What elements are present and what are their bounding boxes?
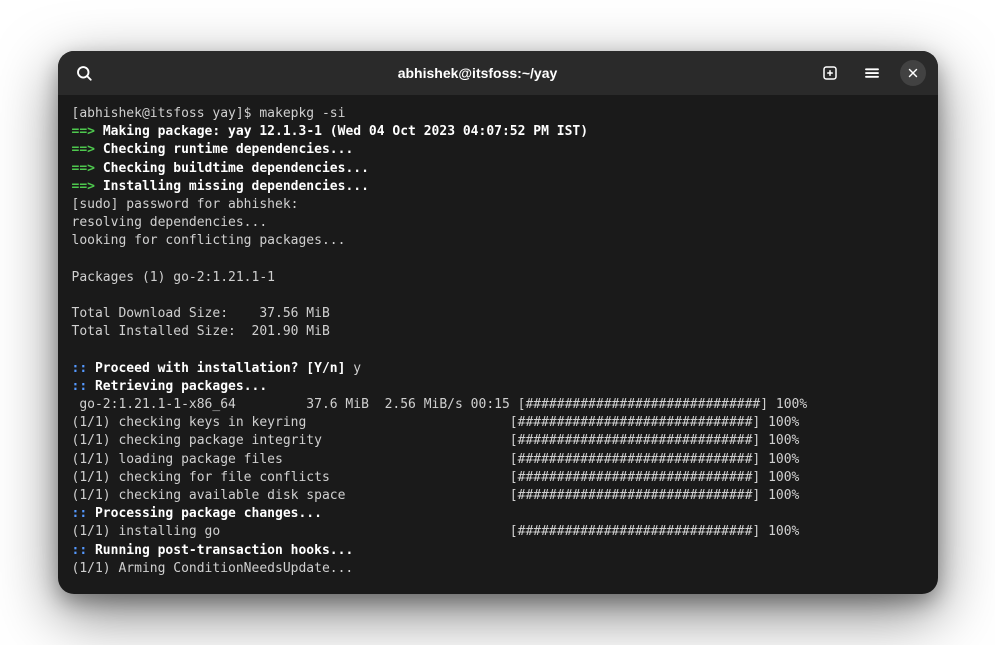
- download-progress: go-2:1.21.1-1-x86_64 37.6 MiB 2.56 MiB/s…: [72, 396, 924, 414]
- installed-size: Total Installed Size: 201.90 MiB: [72, 323, 924, 341]
- installing-missing: Installing missing dependencies...: [103, 179, 369, 194]
- checking-runtime: Checking runtime dependencies...: [103, 142, 353, 157]
- prompt: [abhishek@itsfoss yay]$: [72, 106, 260, 121]
- terminal-window: abhishek@itsfoss:~/yay: [58, 51, 938, 594]
- menu-icon[interactable]: [858, 59, 886, 87]
- new-tab-icon[interactable]: [816, 59, 844, 87]
- arrow: ==>: [72, 124, 103, 139]
- search-icon[interactable]: [70, 59, 98, 87]
- title-left: [70, 59, 150, 87]
- title-right: [806, 59, 926, 87]
- arming-update: (1/1) Arming ConditionNeedsUpdate...: [72, 560, 924, 578]
- conflicting-check: looking for conflicting packages...: [72, 232, 924, 250]
- window-title: abhishek@itsfoss:~/yay: [158, 65, 798, 81]
- download-size: Total Download Size: 37.56 MiB: [72, 305, 924, 323]
- loading-files: (1/1) loading package files [###########…: [72, 451, 924, 469]
- terminal-output[interactable]: [abhishek@itsfoss yay]$ makepkg -si ==> M…: [58, 95, 938, 594]
- check-keys: (1/1) checking keys in keyring [########…: [72, 414, 924, 432]
- arrow: ==>: [72, 179, 103, 194]
- resolving-deps: resolving dependencies...: [72, 214, 924, 232]
- close-icon[interactable]: [900, 60, 926, 86]
- title-bar: abhishek@itsfoss:~/yay: [58, 51, 938, 95]
- sudo-prompt: [sudo] password for abhishek:: [72, 196, 924, 214]
- making-package-value: yay 12.1.3-1 (Wed 04 Oct 2023 04:07:52 P…: [228, 124, 588, 139]
- making-package-label: Making package:: [103, 124, 228, 139]
- check-conflicts: (1/1) checking for file conflicts [#####…: [72, 469, 924, 487]
- installing-go: (1/1) installing go [###################…: [72, 523, 924, 541]
- checking-buildtime: Checking buildtime dependencies...: [103, 161, 369, 176]
- check-disk: (1/1) checking available disk space [###…: [72, 487, 924, 505]
- command: makepkg -si: [259, 106, 345, 121]
- arrow: ==>: [72, 161, 103, 176]
- packages-list: Packages (1) go-2:1.21.1-1: [72, 269, 924, 287]
- check-integrity: (1/1) checking package integrity [######…: [72, 432, 924, 450]
- arrow: ==>: [72, 142, 103, 157]
